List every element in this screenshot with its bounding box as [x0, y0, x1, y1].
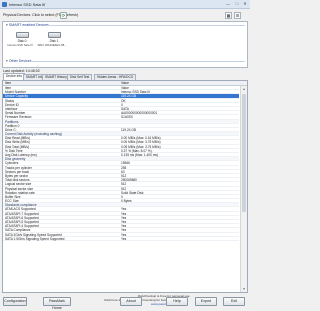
view-list-button[interactable]: ☰	[234, 12, 241, 19]
group-smart-enabled[interactable]: ▾SMART enabled Devices	[6, 23, 49, 27]
configuration-button[interactable]: Configuration	[3, 297, 27, 306]
group-other-devices[interactable]: ▾Other Devices	[6, 59, 32, 63]
export-button[interactable]: Export	[195, 297, 217, 306]
tab-device-info[interactable]: Device Info	[3, 73, 25, 80]
group-divider	[29, 61, 245, 62]
physical-devices-bar: Physical Devices: Click to select (F5 to…	[2, 11, 248, 20]
device-model: WDC WD10EZEX-08...	[37, 43, 67, 47]
title-bar: Intenso SSD Sata III — □ ✕	[0, 0, 250, 9]
view-tiles-button[interactable]: ▦	[225, 12, 232, 19]
hard-drive-icon	[47, 32, 61, 38]
minimize-button[interactable]: —	[224, 1, 232, 7]
chevron-down-icon: ▾	[6, 59, 8, 63]
table-row[interactable]: SATA 1.5Gb/s Signaling Speed Supported Ye…	[3, 237, 239, 241]
refresh-icon[interactable]: ⟳	[60, 12, 67, 19]
device-disk-1[interactable]: Disk 1 WDC WD10EZEX-08...	[38, 32, 67, 47]
device-list: ▾SMART enabled Devices Disk 0 Intenso SS…	[2, 21, 248, 68]
help-button[interactable]: Help	[166, 297, 188, 306]
device-model: Intenso SSD Sata III	[7, 43, 33, 47]
device-disk-0[interactable]: Disk 0 Intenso SSD Sata III	[7, 32, 35, 47]
group-divider	[47, 25, 245, 26]
close-button[interactable]: ✕	[241, 1, 249, 7]
vertical-scrollbar[interactable]: ▴ ▾	[240, 86, 247, 292]
scroll-down-icon[interactable]: ▾	[241, 286, 247, 292]
maximize-button[interactable]: □	[233, 1, 241, 7]
device-info-grid[interactable]: Item Value Item Value Model Number Intenso …	[2, 80, 248, 293]
chevron-down-icon: ▾	[6, 23, 8, 27]
exit-button[interactable]: Exit	[223, 297, 245, 306]
scrollbar-thumb[interactable]	[242, 94, 246, 212]
app-icon	[2, 2, 7, 7]
scroll-up-icon[interactable]: ▴	[241, 86, 247, 92]
hard-drive-icon	[15, 32, 29, 38]
row-value: Yes	[121, 236, 127, 241]
grid-rows: Item Value Model Number Intenso SSD Sata II…	[3, 86, 239, 241]
tab-bar: Device Info SMART Info SMART History Dis…	[2, 73, 248, 80]
row-item: SATA 1.5Gb/s Signaling Speed Supported	[5, 236, 65, 241]
passmark-home-button[interactable]: PassMark Home	[43, 297, 71, 310]
window-title: Intenso SSD Sata III	[9, 2, 46, 7]
about-button[interactable]: About	[120, 297, 142, 306]
